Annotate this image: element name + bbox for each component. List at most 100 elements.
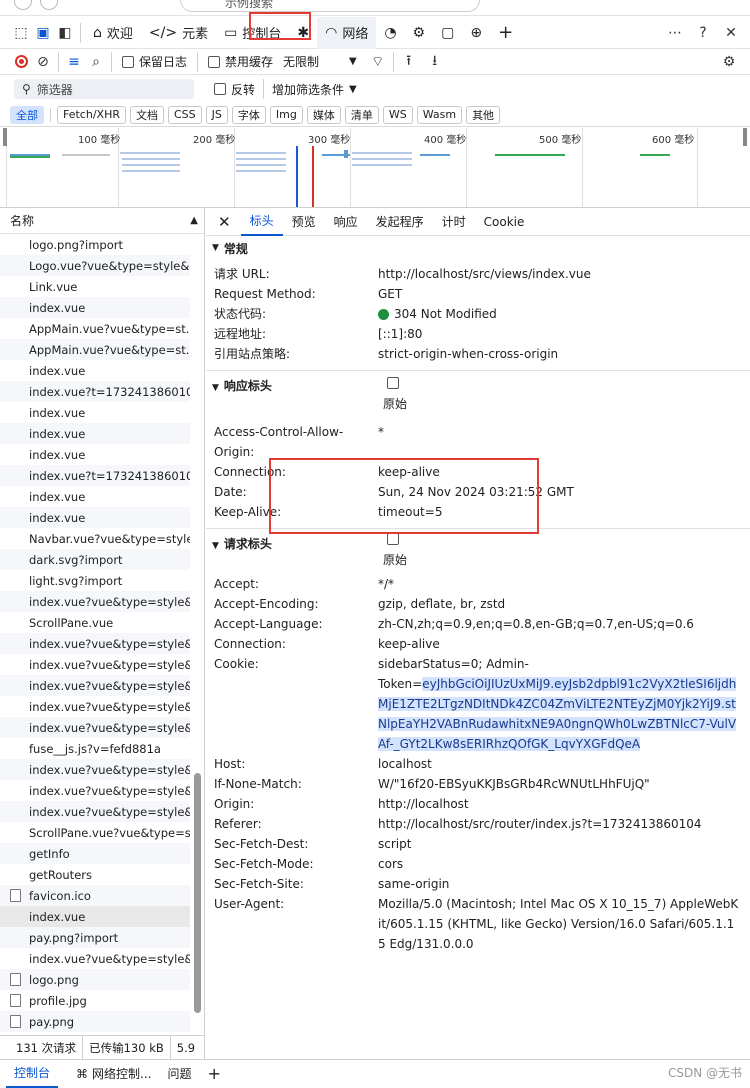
tab-timing[interactable]: 计时 <box>433 208 475 236</box>
response-raw-checkbox[interactable] <box>387 377 399 389</box>
filter-chip-font[interactable]: 字体 <box>231 105 266 124</box>
chevron-down-icon[interactable]: ▼ <box>349 56 357 67</box>
invert-checkbox[interactable] <box>214 83 226 95</box>
tab-application[interactable]: ▢ <box>433 17 462 49</box>
help-icon[interactable]: ? <box>692 22 714 44</box>
request-row[interactable]: AppMain.vue?vue&type=st... <box>0 318 190 339</box>
clear-icon[interactable]: ⊘ <box>32 51 54 73</box>
filter-chip-fetch[interactable]: Fetch/XHR <box>57 105 126 124</box>
tab-preview[interactable]: 预览 <box>283 208 325 236</box>
tab-memory[interactable]: ⚙ <box>405 17 434 49</box>
filter-chip-js[interactable]: JS <box>205 105 228 124</box>
request-row[interactable]: logo.png?import <box>0 234 190 255</box>
request-row[interactable]: index.vue?vue&type=style&... <box>0 654 190 675</box>
tab-initiator[interactable]: 发起程序 <box>367 208 433 236</box>
settings-gear-icon[interactable]: ⚙ <box>718 51 740 73</box>
filter-chip-css[interactable]: CSS <box>167 105 202 124</box>
filter-chip-manifest[interactable]: 清单 <box>344 105 379 124</box>
request-row[interactable]: getRouters <box>0 864 190 885</box>
request-row[interactable]: index.vue?vue&type=style&... <box>0 759 190 780</box>
request-row[interactable]: logo.png <box>0 969 190 990</box>
request-row[interactable]: Link.vue <box>0 276 190 297</box>
request-row[interactable]: AppMain.vue?vue&type=st... <box>0 339 190 360</box>
drawer-tab-issues[interactable]: 问题 <box>159 1060 199 1088</box>
drawer-tab-console[interactable]: 控制台 <box>6 1060 59 1088</box>
request-headers-section-header[interactable]: ▼ 请求标头 原始 <box>206 528 750 572</box>
tab-sources[interactable]: ✱ <box>289 17 317 49</box>
filter-toggle-icon[interactable]: ≡ <box>63 51 85 73</box>
request-row[interactable]: light.svg?import <box>0 570 190 591</box>
disable-cache-checkbox[interactable] <box>208 55 221 68</box>
search-icon[interactable]: ⌕ <box>85 51 107 73</box>
tab-response[interactable]: 响应 <box>325 208 367 236</box>
tab-welcome[interactable]: ⌂ 欢迎 <box>85 17 141 49</box>
add-tab-button[interactable]: + <box>490 17 521 49</box>
more-filters-dropdown[interactable]: 增加筛选条件 <box>272 81 344 98</box>
tab-security[interactable]: ⊕ <box>462 17 490 49</box>
request-row[interactable]: favicon.ico <box>0 885 190 906</box>
request-raw-checkbox[interactable] <box>387 533 399 545</box>
request-row[interactable]: index.vue <box>0 423 190 444</box>
chevron-down-icon[interactable]: ▼ <box>349 84 357 95</box>
request-row[interactable]: ScrollPane.vue <box>0 612 190 633</box>
filter-chip-ws[interactable]: WS <box>382 105 413 124</box>
request-row[interactable]: index.vue?vue&type=style&... <box>0 675 190 696</box>
filter-chip-media[interactable]: 媒体 <box>306 105 341 124</box>
filter-chip-other[interactable]: 其他 <box>466 105 501 124</box>
request-row[interactable]: index.vue <box>0 507 190 528</box>
tab-cookies[interactable]: Cookie <box>475 208 534 236</box>
request-row[interactable]: index.vue?vue&type=style&... <box>0 948 190 969</box>
request-row[interactable]: index.vue?vue&type=style&... <box>0 717 190 738</box>
sort-up-icon[interactable]: ▲ <box>190 215 198 226</box>
add-drawer-tab-icon[interactable]: + <box>199 1060 228 1088</box>
request-row[interactable]: index.vue <box>0 486 190 507</box>
dock-side-icon[interactable]: ◧ <box>54 22 76 44</box>
inspect-element-icon[interactable]: ⬚ <box>10 22 32 44</box>
network-overview-timeline[interactable]: 100 毫秒 200 毫秒 300 毫秒 400 毫秒 500 毫秒 600 毫… <box>0 128 750 208</box>
tab-headers[interactable]: 标头 <box>240 208 283 236</box>
request-row[interactable]: index.vue <box>0 906 190 927</box>
device-toolbar-icon[interactable]: ▣ <box>32 22 54 44</box>
timeline-handle[interactable] <box>3 128 7 146</box>
tab-performance[interactable]: ◔ <box>376 17 404 49</box>
back-circle-icon[interactable] <box>14 0 32 10</box>
more-icon[interactable]: ⋯ <box>664 22 686 44</box>
name-column-header[interactable]: 名称 <box>10 212 34 229</box>
export-har-icon[interactable]: ⭳ <box>424 51 446 73</box>
tab-console[interactable]: ▭ 控制台 <box>216 17 289 49</box>
request-row[interactable]: index.vue?vue&type=style&... <box>0 801 190 822</box>
request-row[interactable]: index.vue <box>0 444 190 465</box>
request-row[interactable]: Logo.vue?vue&type=style&... <box>0 255 190 276</box>
request-list-header[interactable]: 名称 ▲ <box>0 208 204 234</box>
close-detail-icon[interactable]: ✕ <box>206 213 241 231</box>
filter-input[interactable]: ⚲ 筛选器 <box>14 79 194 99</box>
network-conditions-icon[interactable]: ⌔ <box>367 51 389 73</box>
request-row[interactable]: index.vue?vue&type=style&... <box>0 633 190 654</box>
request-row[interactable]: index.vue?vue&type=style&... <box>0 696 190 717</box>
request-row[interactable]: index.vue?t=1732413860104 <box>0 381 190 402</box>
filter-chip-wasm[interactable]: Wasm <box>416 105 463 124</box>
drawer-tab-network-conditions[interactable]: ⌘ 网络控制... <box>68 1060 159 1088</box>
request-row[interactable]: fuse__js.js?v=fefd881a <box>0 738 190 759</box>
close-icon[interactable]: ✕ <box>720 22 742 44</box>
request-row[interactable]: ScrollPane.vue?vue&type=s... <box>0 822 190 843</box>
request-row[interactable]: profile.jpg <box>0 990 190 1011</box>
request-row[interactable]: getInfo <box>0 843 190 864</box>
request-row[interactable]: index.vue?vue&type=style&... <box>0 780 190 801</box>
throttling-select[interactable]: 无限制 <box>283 53 319 70</box>
cookie-token-selection[interactable]: eyJhbGciOiJIUzUxMiJ9.eyJsb2dpbl91c2VyX2t… <box>378 677 737 751</box>
request-row[interactable]: dark.svg?import <box>0 549 190 570</box>
tab-network[interactable]: ◠ 网络 <box>317 16 377 49</box>
general-section-header[interactable]: ▼ 常规 <box>206 236 750 260</box>
scrollbar-thumb[interactable] <box>194 773 201 1013</box>
request-row[interactable]: pay.png?import <box>0 927 190 948</box>
filter-chip-img[interactable]: Img <box>269 105 303 124</box>
request-row[interactable]: pay.png <box>0 1011 190 1032</box>
record-icon[interactable] <box>10 51 32 73</box>
preserve-log-checkbox[interactable] <box>122 55 134 68</box>
request-row[interactable]: index.vue?t=1732413860104 <box>0 465 190 486</box>
filter-chip-all[interactable]: 全部 <box>10 105 44 124</box>
response-headers-section-header[interactable]: ▼ 响应标头 原始 <box>206 370 750 414</box>
tab-elements[interactable]: </> 元素 <box>141 17 216 49</box>
filter-chip-doc[interactable]: 文档 <box>129 105 164 124</box>
